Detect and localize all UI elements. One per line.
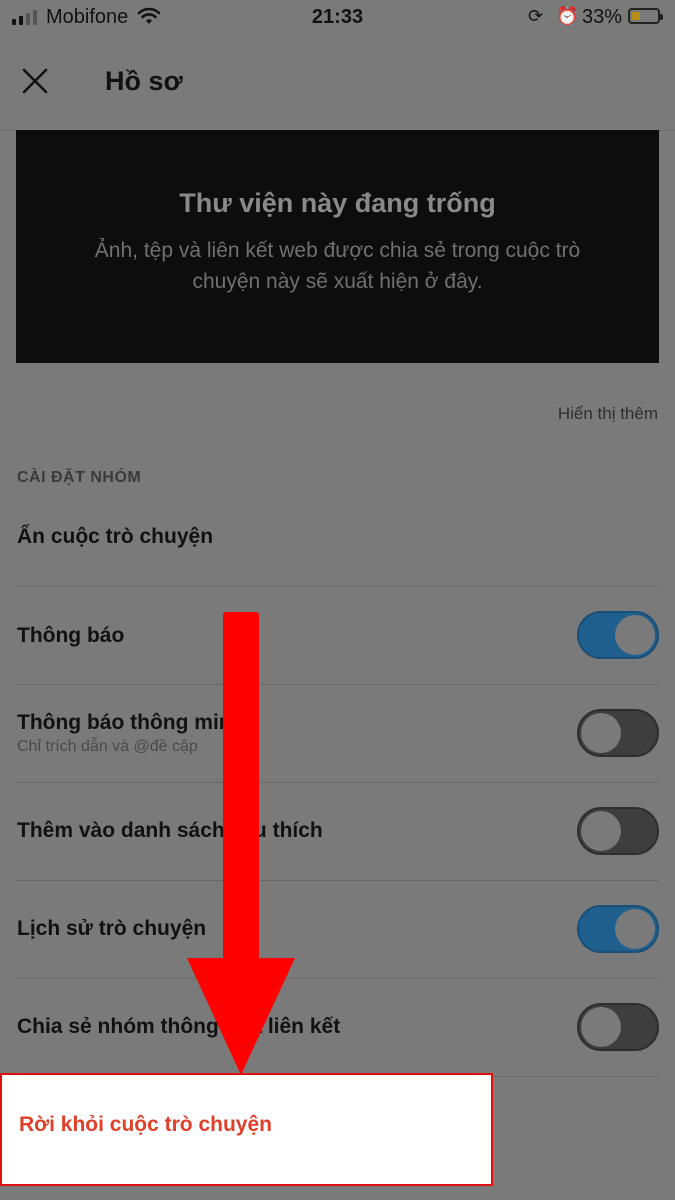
chat-history-toggle[interactable] (577, 905, 659, 953)
hide-chat-label: Ẩn cuộc trò chuyện (17, 525, 214, 548)
notifications-toggle[interactable] (577, 611, 659, 659)
page-title: Hồ sơ (105, 66, 183, 96)
share-link-toggle[interactable] (577, 1003, 659, 1051)
smart-notifications-subtitle: Chỉ trích dẫn và @đề cập (17, 738, 198, 755)
header: Hồ sơ (0, 36, 675, 131)
battery-icon (628, 8, 663, 24)
toggle-knob (581, 811, 621, 851)
toggle-knob (581, 713, 621, 753)
smart-notifications-toggle[interactable] (577, 709, 659, 757)
leave-chat-highlight: Rời khỏi cuộc trò chuyện (0, 1073, 493, 1186)
hide-chat-row[interactable]: Ẩn cuộc trò chuyện (16, 505, 659, 587)
show-more-link[interactable]: Hiển thị thêm (558, 404, 658, 424)
close-icon[interactable] (18, 64, 52, 98)
status-bar: Mobifone 21:33 ⟳ ⏰ 33% (0, 0, 675, 36)
toggle-knob (615, 909, 655, 949)
settings-row-share-link: Chia sẻ nhóm thông qua liên kết (16, 979, 659, 1077)
alarm-icon: ⏰ (556, 6, 579, 26)
settings-row-smart-notifications: Thông báo thông minh Chỉ trích dẫn và @đ… (16, 685, 659, 783)
leave-chat-button[interactable]: Rời khỏi cuộc trò chuyện (19, 1113, 272, 1137)
settings-row-chat-history: Lịch sử trò chuyện (16, 881, 659, 979)
settings-row-notifications: Thông báo (16, 587, 659, 685)
toggle-knob (615, 615, 655, 655)
toggle-knob (581, 1007, 621, 1047)
share-link-label: Chia sẻ nhóm thông qua liên kết (17, 1015, 341, 1038)
battery-percent: 33% (582, 6, 623, 28)
section-title-group-settings: CÀI ĐẶT NHÓM (17, 469, 142, 486)
rotation-lock-icon: ⟳ (528, 6, 544, 26)
notifications-label: Thông báo (17, 624, 125, 647)
favorites-label: Thêm vào danh sách yêu thích (17, 819, 323, 842)
smart-notifications-label: Thông báo thông minh (17, 711, 245, 734)
media-library-panel: Thư viện này đang trống Ảnh, tệp và liên… (16, 130, 659, 363)
settings-row-favorites: Thêm vào danh sách yêu thích (16, 783, 659, 881)
chat-history-label: Lịch sử trò chuyện (17, 917, 207, 940)
favorites-toggle[interactable] (577, 807, 659, 855)
library-empty-title: Thư viện này đang trống (179, 188, 496, 218)
library-empty-description: Ảnh, tệp và liên kết web được chia sẻ tr… (94, 239, 581, 293)
